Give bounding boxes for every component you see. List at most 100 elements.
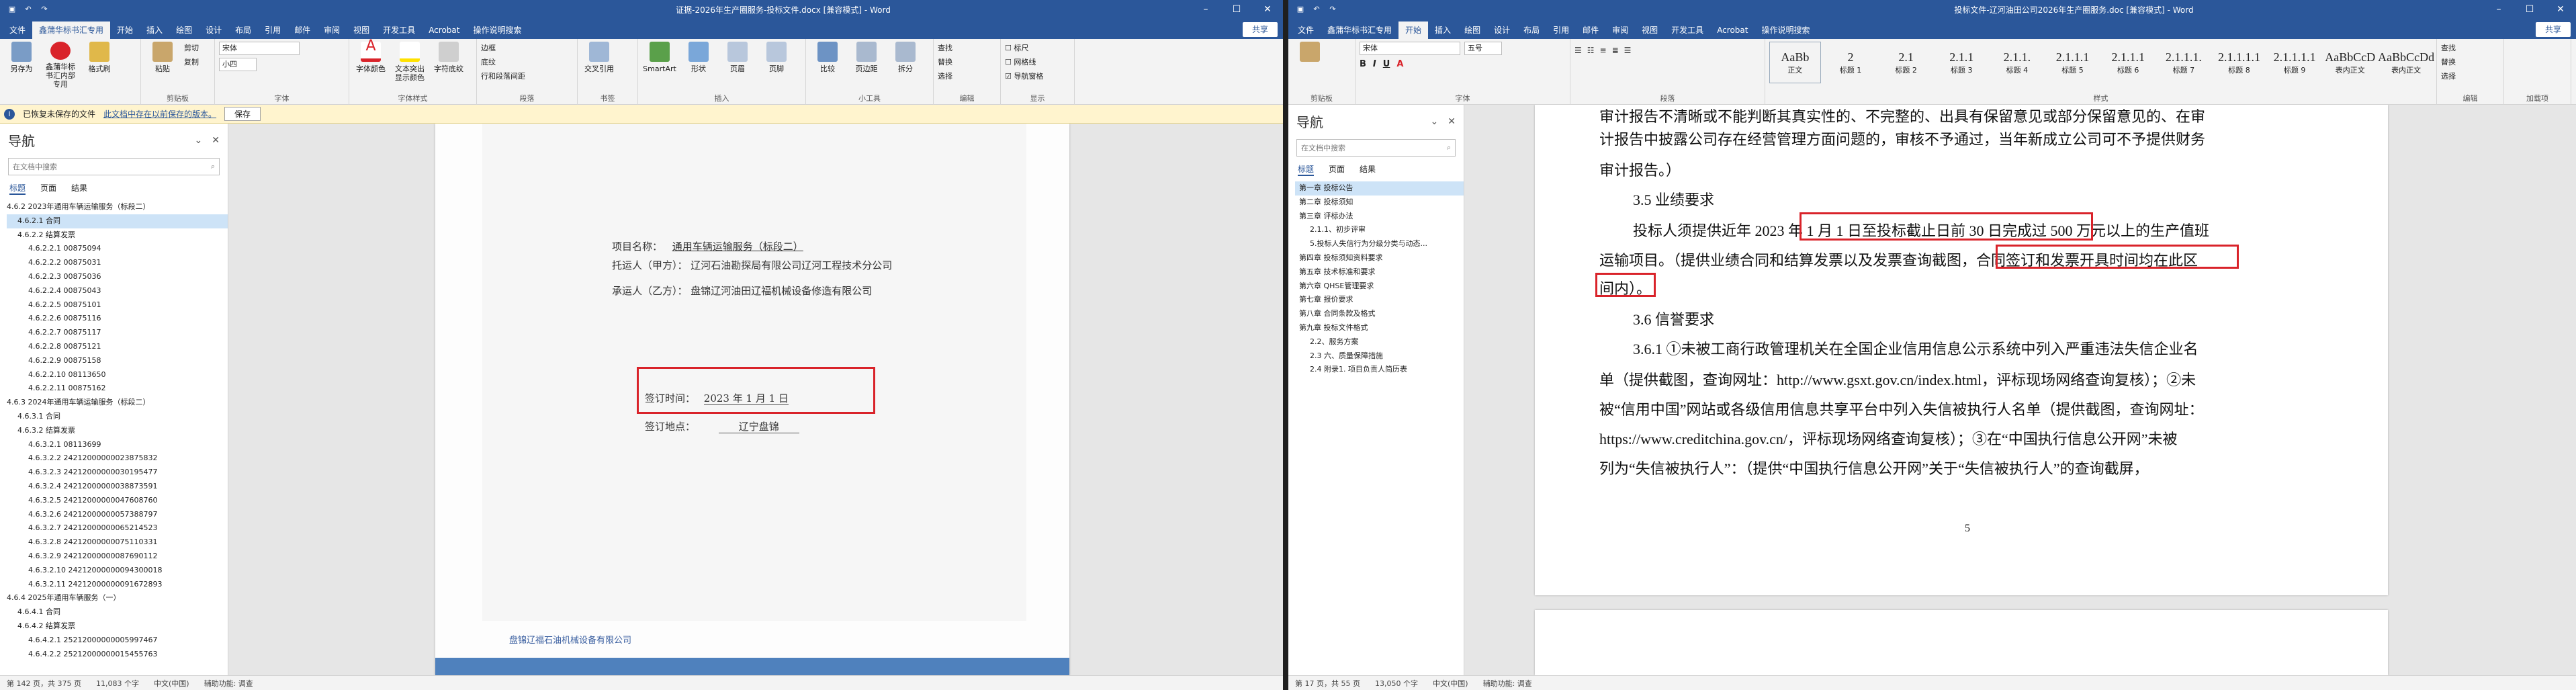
share-button[interactable]: 共享 [2535, 22, 2571, 37]
underline-icon[interactable]: U [1383, 59, 1390, 69]
select-button[interactable]: 选择 [2441, 71, 2456, 82]
font-name-box[interactable]: 宋体 [1360, 42, 1460, 55]
tab-custom[interactable]: 鑫蒲华标书汇专用 [1321, 21, 1398, 39]
status-page[interactable]: 第 17 页，共 55 页 [1295, 678, 1360, 689]
nav-heading-item[interactable]: 第一章 投标公告 [1295, 181, 1464, 196]
nav-heading-item[interactable]: 4.6.3.2.8 24212000000075110331 [7, 535, 228, 550]
nav-heading-item[interactable]: 第九章 投标文件格式 [1295, 321, 1464, 335]
status-words[interactable]: 11,083 个字 [96, 678, 139, 689]
cross-reference-button[interactable]: 交叉引用 [582, 42, 617, 89]
style-gallery-item[interactable]: AaBbCcDd 表内正文 [2378, 42, 2434, 83]
close-icon[interactable]: ✕ [2545, 0, 2576, 19]
nav-heading-item[interactable]: 5.投标人失信行为分级分类与动态... [1295, 237, 1464, 251]
find-button[interactable]: 查找 [2441, 43, 2456, 54]
highlight-button[interactable]: 文本突出显示颜色 [392, 42, 427, 89]
status-accessibility[interactable]: 辅助功能: 调查 [204, 678, 253, 689]
nav-search-input[interactable]: 在文档中搜索 ⌕ [8, 158, 220, 175]
maximize-icon[interactable]: ☐ [2514, 0, 2545, 19]
font-color-button[interactable]: A 字体颜色 [353, 39, 388, 89]
nav-heading-item[interactable]: 4.6.2 2023年通用车辆运输服务（标段二） [7, 200, 228, 214]
tab-file[interactable]: 文件 [3, 21, 32, 39]
status-language[interactable]: 中文(中国) [1433, 678, 1468, 689]
format-painter-button[interactable]: 格式刷 [82, 42, 117, 89]
nav-heading-item[interactable]: 第三章 评标办法 [1295, 210, 1464, 224]
nav-heading-item[interactable]: 4.6.3.2.4 24212000000038873591 [7, 480, 228, 494]
maximize-icon[interactable]: ☐ [1221, 0, 1252, 19]
nav-heading-item[interactable]: 4.6.2.2.4 00875043 [7, 284, 228, 298]
margins-button[interactable]: 页边距 [849, 42, 884, 89]
nav-close-icon[interactable]: ✕ [1448, 116, 1456, 127]
message-save-button[interactable]: 保存 [224, 107, 261, 121]
style-gallery-item[interactable]: 2.1.1.1 标题 5 [2047, 42, 2098, 83]
select-button[interactable]: 选择 [938, 71, 952, 82]
minimize-icon[interactable]: – [1190, 0, 1221, 19]
style-gallery-item[interactable]: 2.1.1.1 标题 6 [2102, 42, 2154, 83]
nav-heading-item[interactable]: 4.6.3.2.1 08113699 [7, 438, 228, 452]
tab-draw[interactable]: 绘图 [169, 21, 199, 39]
nav-options-icon[interactable]: ⌄ [1431, 116, 1439, 127]
tab-mailings[interactable]: 邮件 [1576, 21, 1605, 39]
nav-tab-results[interactable]: 结果 [71, 182, 87, 195]
message-link[interactable]: 此文档中存在以前保存的版本。 [103, 108, 216, 120]
shading-button[interactable]: 底纹 [481, 57, 525, 68]
tab-draw[interactable]: 绘图 [1458, 21, 1487, 39]
nav-heading-item[interactable]: 4.6.4.2.2 25212000000015455763 [7, 648, 228, 662]
nav-heading-item[interactable]: 4.6.2.2.9 00875158 [7, 354, 228, 368]
tab-developer[interactable]: 开发工具 [1664, 21, 1710, 39]
style-gallery-item[interactable]: 2.1.1.1. 标题 7 [2158, 42, 2210, 83]
nav-close-icon[interactable]: ✕ [212, 135, 220, 146]
save-as-button[interactable]: 另存为 [4, 42, 39, 89]
nav-tab-pages[interactable]: 页面 [1329, 163, 1345, 176]
nav-heading-item[interactable]: 4.6.3.2 结算发票 [7, 424, 228, 438]
tab-acrobat[interactable]: Acrobat [1710, 21, 1755, 39]
nav-heading-item[interactable]: 4.6.3.2.3 24212000000030195477 [7, 466, 228, 480]
nav-tab-headings[interactable]: 标题 [1298, 163, 1315, 176]
tab-references[interactable]: 引用 [1546, 21, 1576, 39]
borders-button[interactable]: 边框 [481, 43, 525, 54]
style-gallery-item[interactable]: AaBb 正文 [1769, 42, 1821, 83]
replace-button[interactable]: 替换 [2441, 57, 2456, 68]
bold-icon[interactable]: B [1360, 59, 1366, 69]
nav-heading-item[interactable]: 2.3 六、质量保障措施 [1295, 349, 1464, 363]
nav-heading-item[interactable]: 2.1.1、初步评审 [1295, 223, 1464, 237]
nav-heading-item[interactable]: 4.6.3.2.10 24212000000094300018 [7, 564, 228, 578]
compare-button[interactable]: 比较 [810, 42, 845, 89]
numbering-icon[interactable]: ☷ [1587, 46, 1595, 55]
search-icon[interactable]: ⌕ [1447, 143, 1451, 153]
nav-tab-headings[interactable]: 标题 [9, 182, 26, 195]
italic-icon[interactable]: I [1373, 59, 1376, 69]
shapes-button[interactable]: 形状 [681, 42, 716, 89]
nav-heading-item[interactable]: 第五章 技术标准和要求 [1295, 265, 1464, 279]
font-name-box[interactable]: 宋体 [219, 42, 300, 55]
header-button[interactable]: 页眉 [720, 42, 755, 89]
line-spacing-button[interactable]: 行和段落间距 [481, 71, 525, 82]
nav-heading-item[interactable]: 第四章 投标须知资料要求 [1295, 251, 1464, 265]
nav-heading-item[interactable]: 4.6.2.1 合同 [7, 214, 228, 228]
nav-heading-item[interactable]: 4.6.3 2024年通用车辆运输服务（标段二） [7, 396, 228, 410]
save-icon[interactable]: ▣ [7, 4, 17, 15]
nav-heading-item[interactable]: 4.6.2.2 结算发票 [7, 228, 228, 243]
nav-heading-item[interactable]: 4.6.2.2.1 00875094 [7, 242, 228, 256]
tab-acrobat[interactable]: Acrobat [422, 21, 466, 39]
redo-icon[interactable]: ↷ [39, 4, 50, 15]
custom-tool-button[interactable]: 鑫蒲华标书汇内部专用 [43, 42, 78, 89]
nav-heading-item[interactable]: 第七章 报价要求 [1295, 293, 1464, 307]
status-accessibility[interactable]: 辅助功能: 调查 [1483, 678, 1532, 689]
nav-heading-item[interactable]: 2.4 附录1. 项目负责人简历表 [1295, 363, 1464, 377]
paste-button[interactable] [1292, 42, 1327, 89]
nav-heading-item[interactable]: 4.6.3.1 合同 [7, 410, 228, 424]
redo-icon[interactable]: ↷ [1327, 4, 1338, 15]
tab-home[interactable]: 开始 [110, 21, 140, 39]
tab-view[interactable]: 视图 [347, 21, 376, 39]
nav-options-icon[interactable]: ⌄ [195, 135, 203, 146]
nav-heading-item[interactable]: 4.6.3.2.7 24212000000065214523 [7, 521, 228, 535]
nav-heading-item[interactable]: 4.6.2.2.10 08113650 [7, 368, 228, 382]
nav-heading-item[interactable]: 4.6.2.2.7 00875117 [7, 326, 228, 340]
undo-icon[interactable]: ↶ [1311, 4, 1322, 15]
style-gallery-item[interactable]: 2 标题 1 [1825, 42, 1877, 83]
status-language[interactable]: 中文(中国) [154, 678, 189, 689]
font-size-box[interactable]: 五号 [1464, 42, 1502, 55]
nav-heading-item[interactable]: 4.6.2.2.8 00875121 [7, 340, 228, 354]
search-icon[interactable]: ⌕ [211, 162, 215, 171]
nav-pane-checkbox[interactable]: ☑ 导航窗格 [1005, 71, 1043, 82]
